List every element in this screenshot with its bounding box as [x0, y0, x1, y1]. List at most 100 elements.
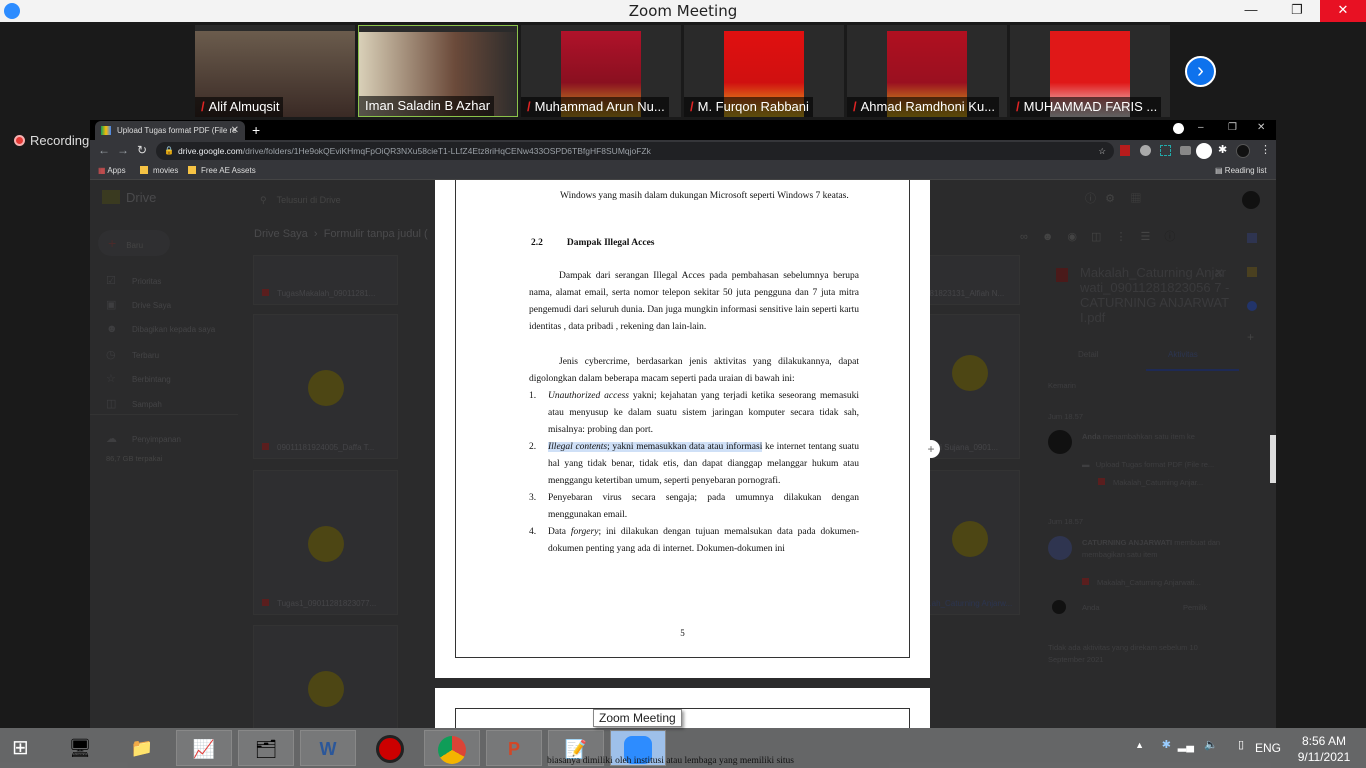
battery-icon[interactable]: ▯ [1238, 738, 1244, 751]
back-icon[interactable]: ← [98, 143, 110, 157]
file-card[interactable] [253, 625, 398, 728]
browser-restore-button[interactable]: ❐ [1228, 122, 1237, 133]
clock[interactable]: 8:56 AM 9/11/2021 [1294, 733, 1354, 765]
clock-date: 9/11/2021 [1297, 750, 1351, 764]
restore-button[interactable]: ❐ [1274, 0, 1320, 22]
network-signal-icon[interactable]: ▂▄ [1178, 739, 1194, 752]
reading-list-button[interactable]: ▤ Reading list [1215, 162, 1267, 179]
check-icon: ☑ [106, 275, 116, 287]
tab-aktivitas[interactable]: Aktivitas [1168, 350, 1198, 359]
sidebar-item-prioritas[interactable]: ☑ Prioritas [106, 274, 161, 287]
reload-icon[interactable]: ↻ [137, 143, 147, 157]
profile-avatar[interactable] [1236, 144, 1250, 158]
volume-icon[interactable]: 🔈 [1204, 738, 1218, 751]
new-tab-button[interactable]: + [252, 120, 260, 140]
participant-tile-active-speaker[interactable]: Iman Saladin B Azhar [358, 25, 518, 117]
file-card[interactable]: Tugas1_09011281823077... [253, 470, 398, 615]
numbered-list: 1. Unauthorized access yakni; kejahatan y… [529, 388, 859, 558]
bookmark-apps[interactable]: ▦ Apps [98, 162, 126, 179]
sidebar-item-terbaru[interactable]: ◷ Terbaru [106, 348, 159, 361]
close-button[interactable]: ✕ [1320, 0, 1366, 22]
close-tab-icon[interactable]: ✕ [231, 121, 239, 140]
file-card[interactable]: 09011181924005_Daffa T... [253, 314, 398, 459]
sidebar-item-drive-saya[interactable]: ▣ Drive Saya [106, 298, 171, 311]
extension-icon[interactable] [1140, 145, 1151, 156]
file-explorer-icon[interactable]: 🗂 [238, 730, 294, 766]
activity-folder[interactable]: ▬ Upload Tugas format PDF (File re... [1082, 460, 1214, 469]
heading-text: Dampak Illegal Acces [566, 238, 655, 248]
minimize-button[interactable]: — [1228, 0, 1274, 22]
search-input[interactable]: ⚲ Telusuri di Drive [250, 188, 440, 212]
show-hidden-icons[interactable]: ▲ [1135, 740, 1144, 750]
loader-icon[interactable] [362, 730, 418, 766]
profile-dropdown-icon[interactable] [1173, 123, 1184, 134]
participant-tile[interactable]: / M. Furqon Rabbani [684, 25, 844, 117]
add-addon-icon[interactable]: + [1247, 330, 1254, 344]
folder-app-icon[interactable]: 📁 [114, 730, 170, 766]
chrome-menu-icon[interactable]: ⋮ [1260, 143, 1271, 156]
participant-tile[interactable]: / Ahmad Ramdhoni Ku... [847, 25, 1007, 117]
recording-indicator[interactable]: Recording [14, 133, 89, 148]
activity-file[interactable]: Makalah_Caturning Anjarwati... [1082, 578, 1201, 587]
sidebar-item-berbintang[interactable]: ☆ Berbintang [106, 372, 171, 385]
settings-gear-icon[interactable]: ⚙ [1105, 193, 1115, 205]
bluetooth-icon[interactable]: ✱ [1162, 738, 1171, 751]
pdf-icon [1082, 578, 1089, 585]
powerpoint-icon[interactable]: P [486, 730, 542, 766]
breadcrumb-drive-saya[interactable]: Drive Saya [254, 228, 308, 240]
activity-time: Jum 18.57 [1048, 412, 1084, 421]
help-icon[interactable]: ⓘ [1085, 193, 1096, 205]
performance-monitor-icon[interactable]: 📈 [176, 730, 232, 766]
participant-tile[interactable]: / Alif Almuqsit [195, 25, 355, 117]
browser-close-button[interactable]: ✕ [1257, 122, 1265, 133]
bookmark-free-ae-assets[interactable]: Free AE Assets [188, 162, 256, 179]
browser-tab[interactable]: Upload Tugas format PDF (File re ✕ [95, 121, 245, 140]
new-button[interactable]: + Baru [98, 230, 170, 256]
account-avatar[interactable] [1242, 191, 1260, 209]
url-bar[interactable]: 🔒 drive.google.com/drive/folders/1He9okQE… [156, 142, 1114, 160]
tab-detail[interactable]: Detail [1078, 350, 1098, 359]
details-panel: Makalah_Caturning Anjarwati_090112818230… [1038, 240, 1239, 728]
bookmark-movies[interactable]: movies [140, 162, 178, 179]
acrobat-extension-icon[interactable] [1120, 145, 1130, 156]
chrome-icon[interactable] [424, 730, 480, 766]
sidebar-item-storage[interactable]: ☁ Penyimpanan [106, 432, 181, 445]
browser-minimize-button[interactable]: – [1198, 122, 1204, 133]
forward-icon[interactable]: → [117, 143, 129, 157]
activity-file[interactable]: Makalah_Caturning Anjar... [1098, 478, 1203, 487]
breadcrumb-folder[interactable]: Formulir tanpa judul ( [324, 228, 428, 240]
idm-extension-icon[interactable] [1196, 143, 1212, 159]
keep-icon[interactable] [1247, 267, 1257, 277]
file-card[interactable]: TugasMakalah_09011281... [253, 255, 398, 305]
list-item: 1. Unauthorized access yakni; kejahatan y… [529, 391, 859, 435]
word-icon[interactable]: W [300, 730, 356, 766]
sidebar-item-shared[interactable]: ☻ Dibagikan kepada saya [106, 323, 215, 335]
file-card[interactable]: 181823131_Alfiah N... [920, 255, 1020, 305]
control-panel-icon[interactable]: 🖥 [52, 730, 108, 766]
file-name: Tugas1_09011281823077... [277, 599, 377, 608]
language-indicator[interactable]: ENG [1255, 741, 1281, 755]
calendar-icon[interactable] [1247, 233, 1257, 243]
add-comment-icon[interactable]: + [922, 440, 940, 458]
participant-name: MUHAMMAD FARIS ... [1023, 99, 1158, 114]
list-item: 3. Penyebaran virus secara sengaja; pada … [529, 493, 859, 520]
tasks-icon[interactable] [1247, 301, 1257, 311]
sidebar-item-sampah[interactable]: ◫ Sampah [106, 397, 162, 410]
close-panel-icon[interactable]: ✕ [1214, 266, 1224, 280]
participant-tile[interactable]: / Muhammad Arun Nu... [521, 25, 681, 117]
selected-text: ; yakni memasukkan data atau informasi [607, 442, 763, 452]
next-page-arrow-icon[interactable]: › [1185, 56, 1216, 87]
scrollbar-thumb[interactable] [1270, 435, 1276, 483]
file-card[interactable]: ...cpi Sujana_0901... [920, 314, 1020, 459]
camera-extension-icon[interactable] [1180, 146, 1191, 155]
sidebar-label: Sampah [132, 400, 162, 409]
notes-extension-icon[interactable] [1160, 145, 1171, 156]
bookmark-star-icon[interactable]: ☆ [1098, 142, 1106, 160]
extensions-puzzle-icon[interactable]: ✱ [1218, 143, 1227, 156]
apps-grid-icon[interactable]: ▦ [1130, 193, 1141, 205]
section-heading: 2.2 Dampak Illegal Acces [531, 235, 861, 252]
drive-logo-icon [102, 190, 120, 204]
windows-start-icon[interactable]: ⊞ [12, 738, 38, 758]
file-card-selected[interactable]: ...ah_Caturning Anjarw... [920, 470, 1020, 615]
participant-tile[interactable]: / MUHAMMAD FARIS ... [1010, 25, 1170, 117]
